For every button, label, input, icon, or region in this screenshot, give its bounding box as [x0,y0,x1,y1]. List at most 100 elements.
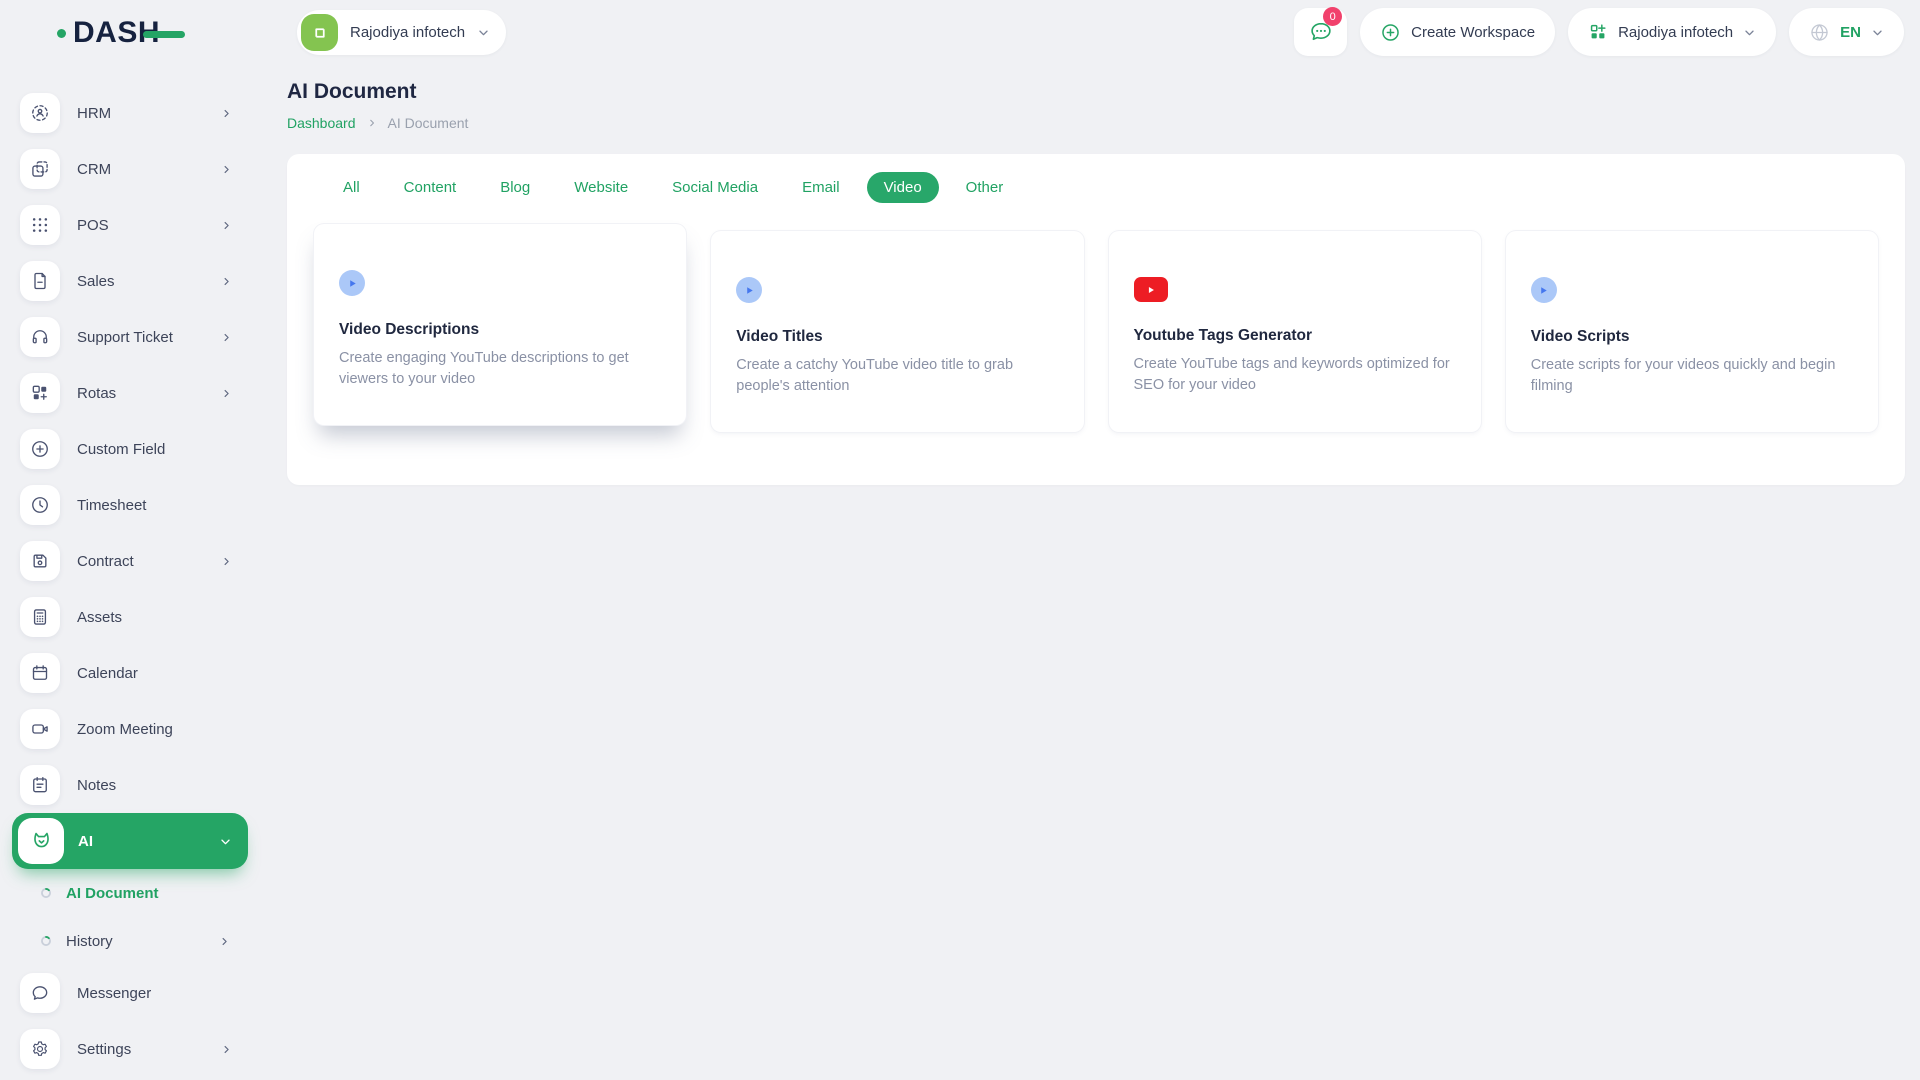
play-circle-icon [1530,277,1557,303]
sidebar-item-label: Custom Field [77,440,166,458]
chevron-right-icon [221,332,232,343]
workspace-avatar-icon [301,14,338,51]
card-description: Create scripts for your videos quickly a… [1530,357,1836,394]
breadcrumb-dashboard-link[interactable]: Dashboard [287,115,356,131]
sidebar-item-label: Calendar [77,664,138,682]
chevron-right-icon [221,388,232,399]
sidebar-item-label: Timesheet [77,496,147,514]
sidebar-item-label: Contract [77,552,134,570]
tab-website[interactable]: Website [557,172,645,203]
zoom-meeting-icon [20,709,60,749]
sidebar-item-pos[interactable]: POS [12,197,248,253]
sidebar-item-label: Assets [77,608,123,626]
card-title: Video Scripts [1530,328,1630,345]
sidebar-item-sales[interactable]: Sales [12,253,248,309]
sidebar-subitem-label: History [66,932,113,950]
breadcrumb-current: AI Document [387,115,469,131]
calendar-icon [20,653,60,693]
create-workspace-button[interactable]: Create Workspace [1360,8,1556,56]
card-title: Youtube Tags Generator [1133,327,1313,344]
progress-circle-icon [40,887,52,899]
create-workspace-label: Create Workspace [1411,23,1536,41]
page-title: AI Document [287,80,417,103]
notes-icon [20,765,60,805]
template-card-video-scripts[interactable]: Video Scripts Create scripts for your vid… [1505,231,1878,432]
card-title: Video Titles [736,328,823,345]
sidebar-item-settings[interactable]: Settings [12,1021,248,1077]
assets-icon [20,597,60,637]
chevron-right-icon [221,164,232,175]
sidebar-item-timesheet[interactable]: Timesheet [12,477,248,533]
logo-dash-icon [143,31,186,38]
chevron-right-icon [219,936,230,947]
chevron-right-icon [221,556,232,567]
app-logo[interactable]: DASH [57,16,186,50]
crm-icon [20,149,60,189]
tab-content[interactable]: Content [387,172,474,203]
sidebar-item-messenger[interactable]: Messenger [12,965,248,1021]
custom-field-icon [20,429,60,469]
notification-badge: 0 [1323,7,1343,26]
sidebar-item-label: Settings [77,1040,132,1058]
language-selector[interactable]: EN [1789,8,1904,56]
sidebar-item-hrm[interactable]: HRM [12,85,248,141]
chevron-right-icon [221,108,232,119]
template-card-youtube-tags-generator[interactable]: Youtube Tags Generator Create YouTube tag… [1108,231,1481,432]
sidebar-item-crm[interactable]: CRM [12,141,248,197]
company-selector[interactable]: Rajodiya infotech [1568,8,1777,56]
tab-blog[interactable]: Blog [483,172,547,203]
sidebar-item-support-ticket[interactable]: Support Ticket [12,309,248,365]
sales-icon [20,261,60,301]
sidebar-item-ai[interactable]: AI [12,813,248,869]
sidebar-item-zoom-meeting[interactable]: Zoom Meeting [12,701,248,757]
template-card-video-titles[interactable]: Video Titles Create a catchy YouTube vide… [711,231,1084,432]
plus-circle-icon [1380,22,1401,43]
youtube-play-icon [1133,277,1168,302]
template-card-video-descriptions[interactable]: Video Descriptions Create engaging YouTub… [314,224,687,425]
sidebar-item-label: Rotas [77,384,117,402]
sidebar-item-rotas[interactable]: Rotas [12,365,248,421]
sidebar: HRM CRM POS Sales Support Ticket Rotas Custom … [12,85,248,1077]
sidebar-subitem-ai-document[interactable]: AI Document [12,869,248,917]
tab-video[interactable]: Video [866,172,939,203]
company-name: Rajodiya infotech [1618,23,1734,41]
card-title: Video Descriptions [339,321,480,338]
play-circle-icon [339,270,365,296]
sidebar-item-label: Support Ticket [77,328,173,346]
sidebar-item-label: Notes [77,776,117,794]
breadcrumb: Dashboard AI Document [287,115,1905,131]
tab-email[interactable]: Email [785,172,857,203]
progress-circle-icon [40,935,52,947]
tab-social-media[interactable]: Social Media [655,172,775,203]
sidebar-item-assets[interactable]: Assets [12,589,248,645]
globe-icon [1809,22,1830,43]
language-code: EN [1840,23,1861,41]
sidebar-subitem-history[interactable]: History [12,917,248,965]
sidebar-item-label: Sales [77,272,115,290]
sidebar-item-label: HRM [77,104,112,122]
template-card-grid: Video Descriptions Create engaging YouTub… [314,224,1878,432]
logo-dot-icon [57,28,66,38]
sidebar-item-label: Messenger [77,984,152,1002]
chevron-right-icon [221,276,232,287]
sidebar-item-notes[interactable]: Notes [12,757,248,813]
card-description: Create YouTube tags and keywords optimiz… [1133,356,1450,393]
sidebar-item-calendar[interactable]: Calendar [12,645,248,701]
settings-icon [20,1029,60,1069]
main-content: AI Document Dashboard AI Document All Con… [287,80,1905,485]
sidebar-subitem-label: AI Document [66,884,159,902]
card-description: Create engaging YouTube descriptions to … [339,350,629,387]
sidebar-item-label: Zoom Meeting [77,720,173,738]
chevron-right-icon [221,220,232,231]
ai-fox-icon [18,818,64,864]
workspace-selector[interactable]: Rajodiya infotech [297,10,507,55]
sidebar-item-label: AI [78,832,93,850]
tab-all[interactable]: All [326,172,377,203]
support-ticket-icon [20,317,60,357]
messages-button[interactable]: 0 [1294,7,1348,56]
workspace-name: Rajodiya infotech [350,24,466,41]
chevron-down-icon [477,26,490,39]
tab-other[interactable]: Other [949,172,1021,203]
sidebar-item-contract[interactable]: Contract [12,533,248,589]
sidebar-item-custom-field[interactable]: Custom Field [12,421,248,477]
